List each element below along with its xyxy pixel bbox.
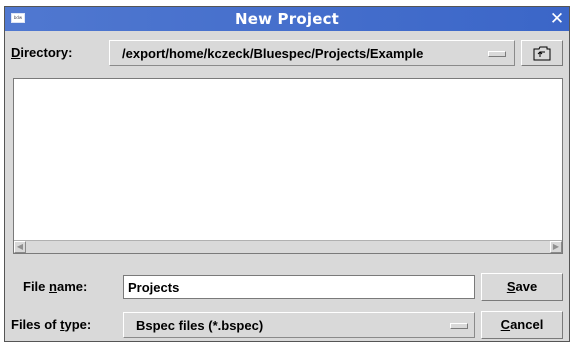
close-icon[interactable]: ✕ [547, 8, 567, 30]
chevron-down-icon[interactable] [450, 323, 468, 329]
directory-label-mnemonic: D [11, 45, 21, 60]
cancel-button-mnemonic: C [500, 317, 511, 332]
scroll-right-icon[interactable]: ▶ [550, 241, 562, 253]
file-list[interactable]: ◀ ▶ [13, 78, 563, 254]
cancel-button-label: ancel [510, 317, 544, 332]
file-name-value: Projects [128, 280, 180, 295]
directory-combobox[interactable]: /export/home/kczeck/Bluespec/Projects/Ex… [109, 40, 515, 66]
directory-label: Directory: [11, 45, 72, 60]
scroll-left-icon[interactable]: ◀ [14, 241, 26, 253]
file-name-label-rest: ame: [56, 279, 88, 294]
file-name-label: File name: [23, 279, 87, 294]
horizontal-scrollbar[interactable]: ◀ ▶ [14, 240, 562, 253]
file-type-label-prefix: Files of [11, 317, 61, 332]
file-type-label-rest: ype: [64, 317, 92, 332]
cancel-button[interactable]: Cancel [481, 311, 563, 339]
file-name-input[interactable]: Projects [123, 275, 475, 299]
directory-path: /export/home/kczeck/Bluespec/Projects/Ex… [122, 46, 424, 61]
file-type-combobox[interactable]: Bspec files (*.bspec) [123, 312, 475, 338]
file-name-label-prefix: File [23, 279, 50, 294]
up-folder-icon [533, 46, 551, 61]
directory-label-rest: irectory: [20, 45, 73, 60]
file-name-label-mnemonic: n [49, 279, 57, 294]
file-type-label: Files of type: [11, 317, 91, 332]
dialog-title: New Project [234, 10, 340, 28]
save-button-label: ave [515, 279, 538, 294]
new-project-dialog: bdw New Project ✕ Directory: /export/hom… [4, 6, 570, 342]
up-folder-button[interactable] [521, 40, 563, 66]
save-button[interactable]: Save [481, 273, 563, 301]
chevron-down-icon[interactable] [488, 51, 506, 57]
title-bar[interactable]: bdw New Project ✕ [5, 7, 569, 31]
file-type-value: Bspec files (*.bspec) [136, 318, 264, 333]
